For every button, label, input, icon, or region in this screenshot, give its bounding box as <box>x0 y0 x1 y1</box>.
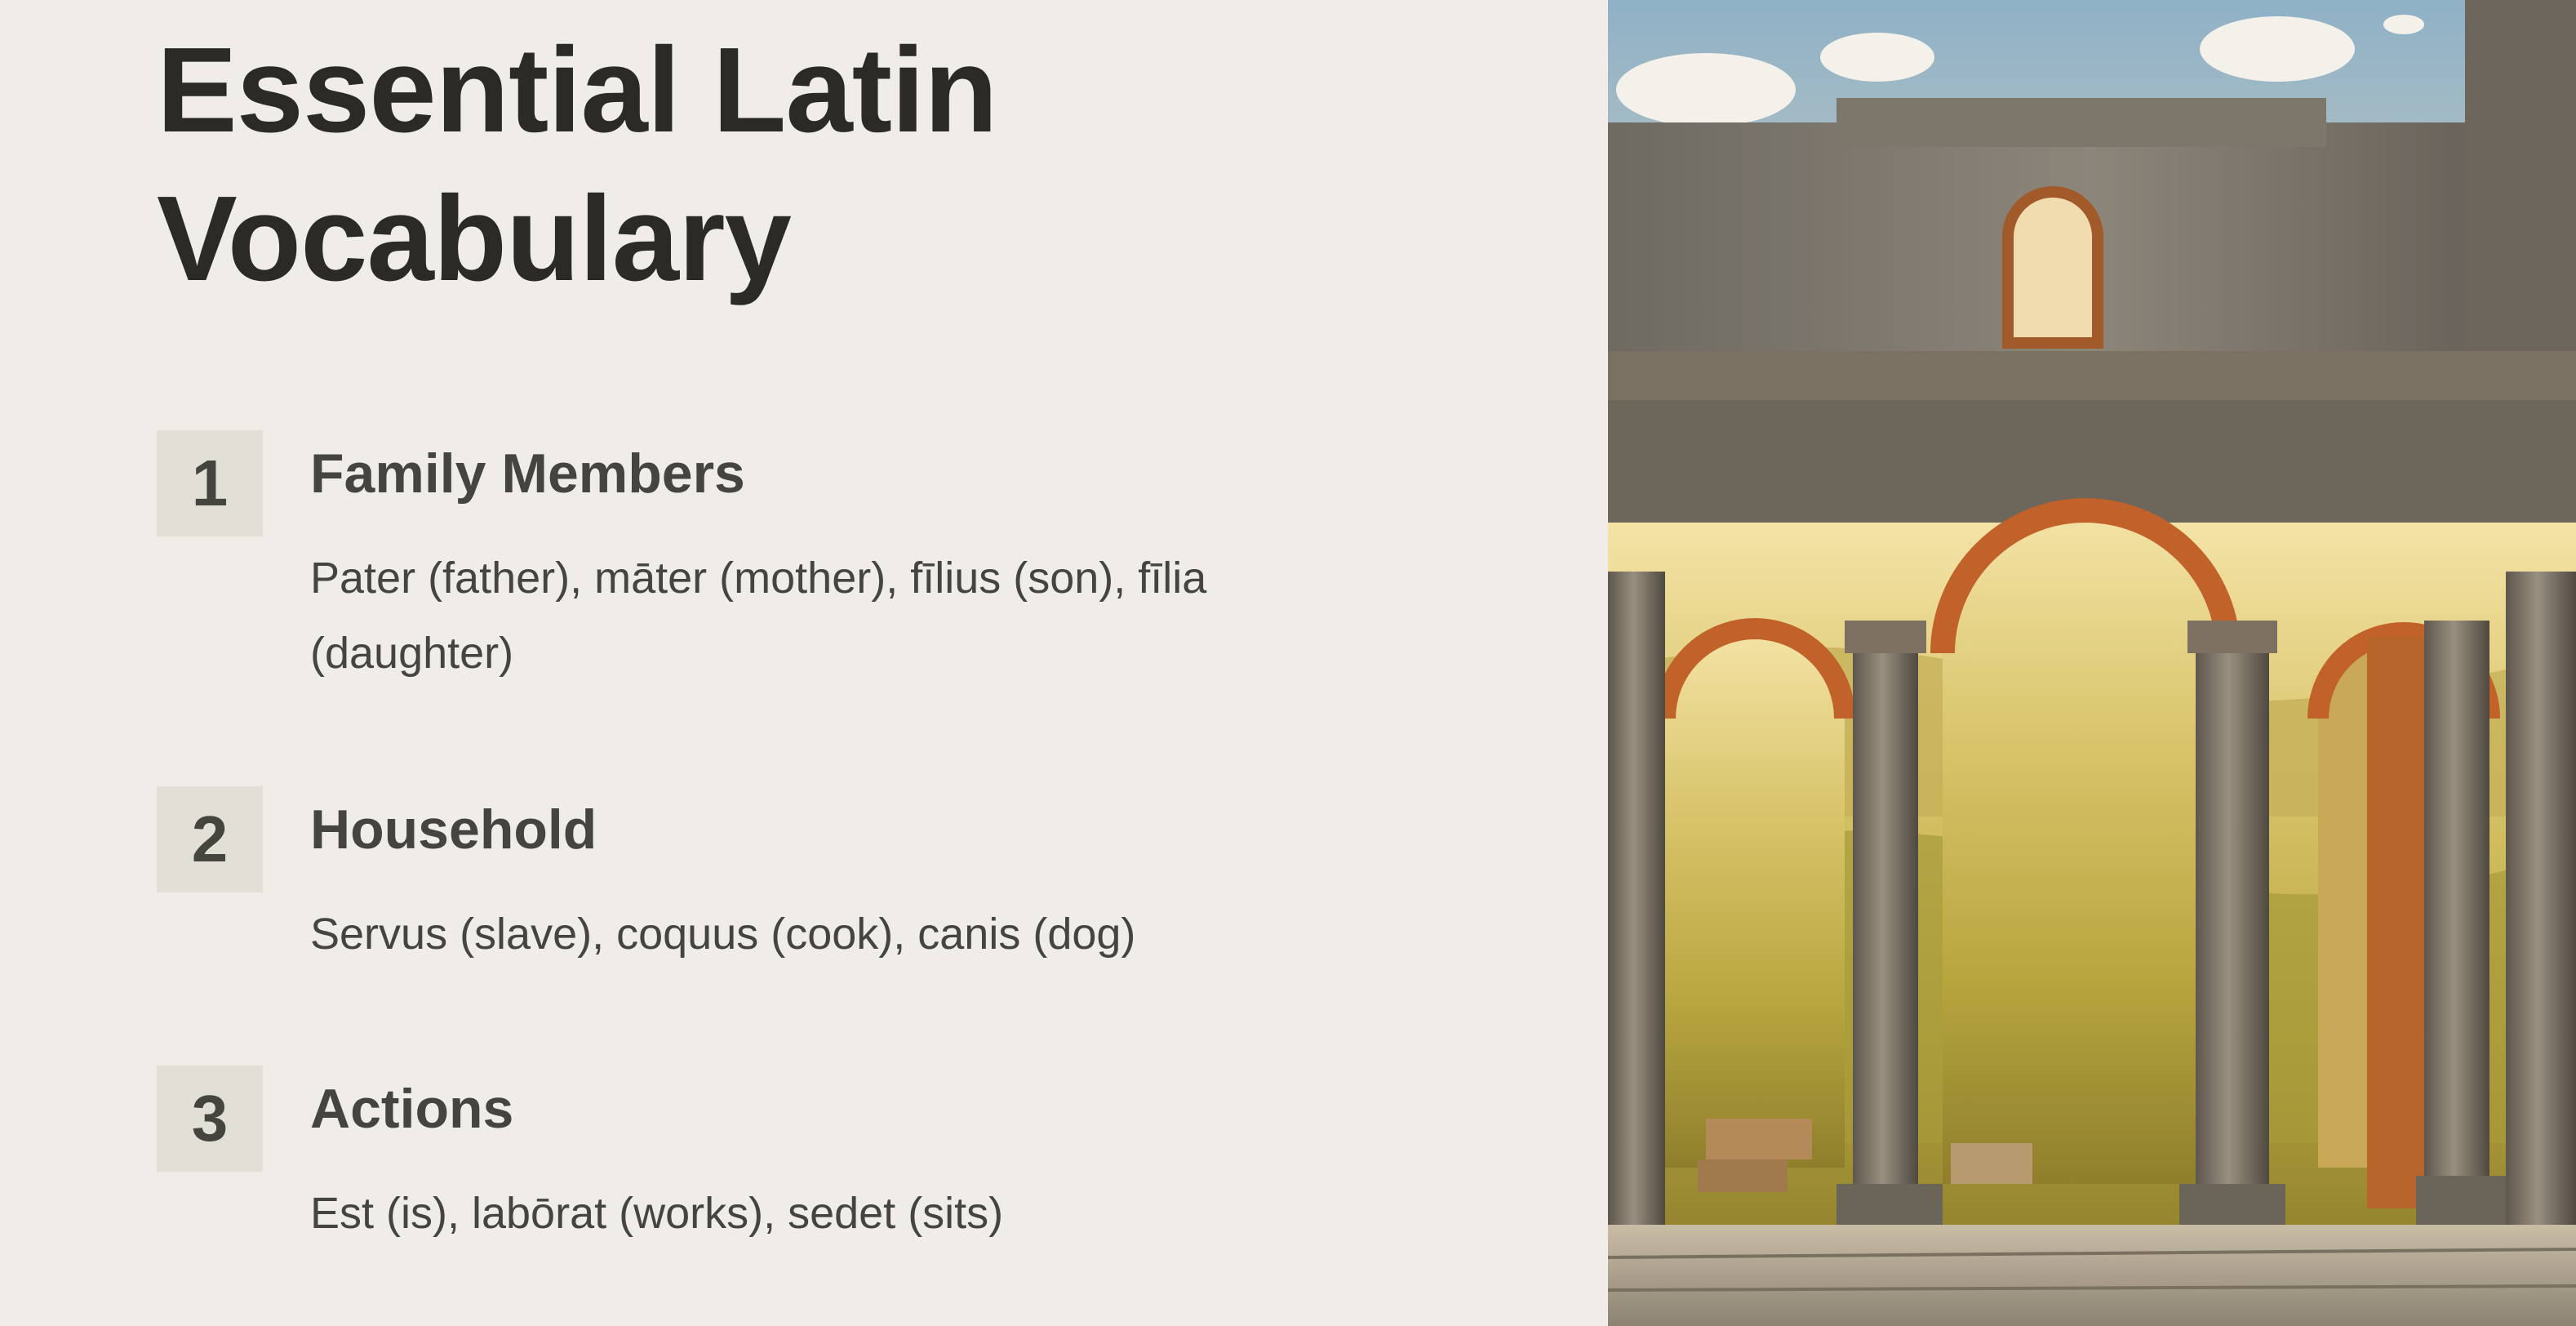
page-title: Essential Latin Vocabulary <box>157 23 998 306</box>
item-description: Pater (father), māter (mother), fīlius (… <box>310 554 1207 678</box>
item-heading: Actions <box>310 1078 514 1140</box>
number-badge: 1 <box>157 430 263 536</box>
item-heading: Household <box>310 799 597 861</box>
content-panel: Essential Latin Vocabulary 1 Family Memb… <box>0 0 1608 1326</box>
item-description: Est (is), labōrat (works), sedet (sits) <box>310 1189 1004 1238</box>
item-description: Servus (slave), coquus (cook), canis (do… <box>310 910 1136 959</box>
slide: Essential Latin Vocabulary 1 Family Memb… <box>0 0 2576 1326</box>
number-badge: 2 <box>157 786 263 892</box>
item-heading: Family Members <box>310 443 745 505</box>
roman-arch-ruins-image <box>1608 0 2576 1326</box>
number-badge: 3 <box>157 1066 263 1172</box>
